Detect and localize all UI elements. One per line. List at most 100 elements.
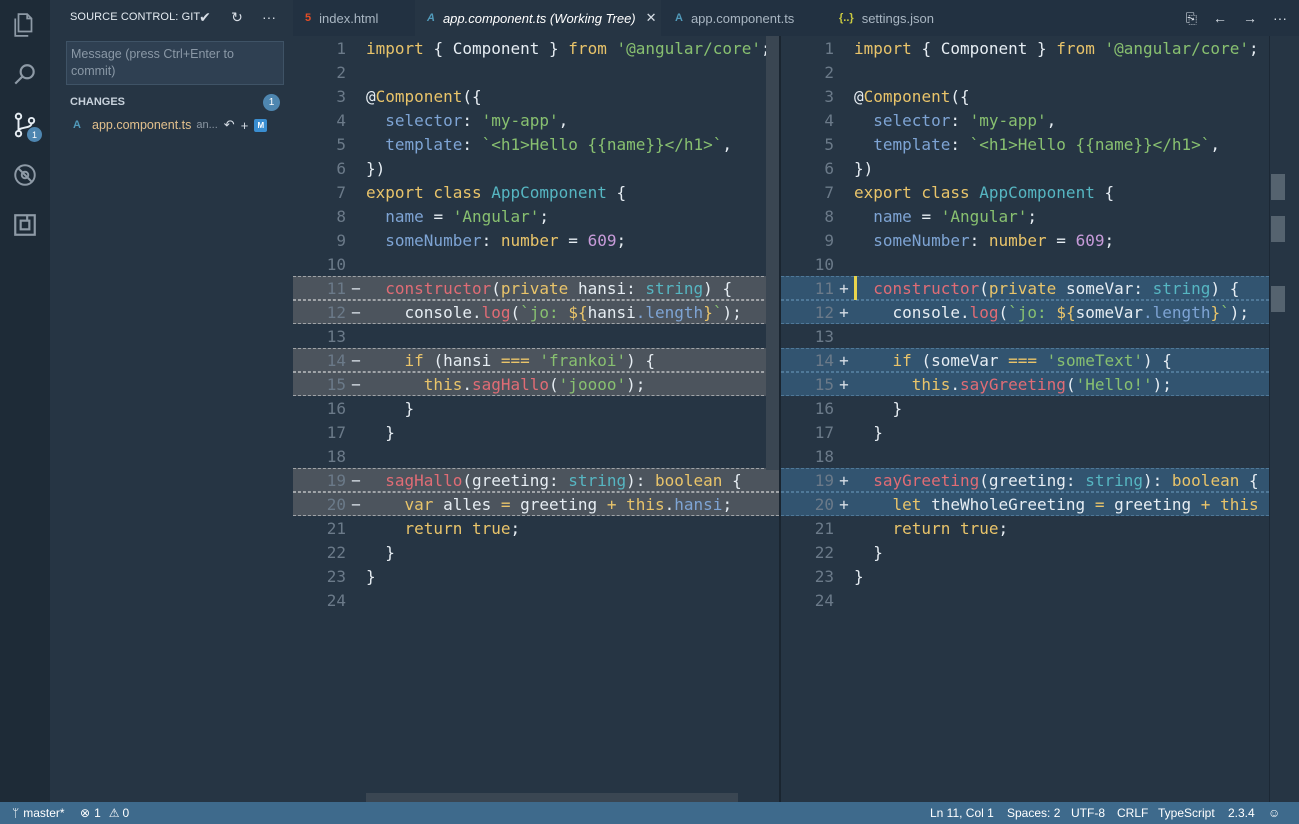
debug-icon[interactable]: [0, 150, 50, 200]
code-line[interactable]: 11− constructor(private hansi: string) {: [293, 276, 779, 300]
code-line[interactable]: 18: [293, 444, 779, 468]
code-line[interactable]: 23}: [781, 564, 1269, 588]
source-control-icon[interactable]: 1: [0, 100, 50, 150]
overview-change-marker: [1271, 216, 1285, 242]
commit-message-input[interactable]: Message (press Ctrl+Enter to commit): [66, 41, 284, 85]
code-line[interactable]: 12− console.log(`jo: ${hansi.length}`);: [293, 300, 779, 324]
code-line[interactable]: 2: [293, 60, 779, 84]
code-token: import: [366, 38, 434, 58]
code-token: ) {: [1210, 278, 1240, 298]
code-line[interactable]: 21 return true;: [293, 516, 779, 540]
code-line[interactable]: 3 @Component({: [293, 84, 779, 108]
code-line[interactable]: 6}): [293, 156, 779, 180]
code-line[interactable]: 10: [781, 252, 1269, 276]
code-token: return true: [366, 518, 511, 538]
changed-file-item[interactable]: A app.component.ts an... ↶ + M: [70, 115, 290, 135]
code-line[interactable]: 10: [293, 252, 779, 276]
code-line[interactable]: 2: [781, 60, 1269, 84]
code-line[interactable]: 20 + let theWholeGreeting = greeting + th…: [781, 492, 1269, 516]
code-line[interactable]: 1 import { Component } from '@angular/cor…: [293, 36, 779, 60]
search-icon[interactable]: [0, 50, 50, 100]
more-actions-icon[interactable]: ···: [1273, 10, 1287, 26]
delete-marker-icon: −: [351, 374, 361, 394]
code-line[interactable]: 5 template: `<h1>Hello {{name}}</h1>`,: [781, 132, 1269, 156]
git-branch[interactable]: ᛘ master*: [12, 802, 65, 824]
code-line[interactable]: 21 return true;: [781, 516, 1269, 540]
code-line[interactable]: 16 }: [293, 396, 779, 420]
typescript-version[interactable]: 2.3.4: [1228, 802, 1255, 824]
tab-index-html[interactable]: 5 index.html: [305, 0, 415, 36]
feedback-smiley-icon[interactable]: ☺: [1268, 802, 1280, 824]
code-line[interactable]: 24: [781, 588, 1269, 612]
line-number: 6: [336, 158, 346, 178]
overview-ruler: [1269, 36, 1299, 802]
code-line[interactable]: 4 selector: 'my-app',: [781, 108, 1269, 132]
horizontal-scrollbar[interactable]: [366, 793, 738, 802]
tab-settings-json[interactable]: {..} settings.json: [827, 0, 967, 36]
code-token: ;: [616, 230, 627, 250]
cursor-position[interactable]: Ln 11, Col 1: [930, 802, 994, 824]
next-change-icon[interactable]: →: [1243, 10, 1257, 26]
code-line[interactable]: 13: [293, 324, 779, 348]
code-line[interactable]: 3 @Component({: [781, 84, 1269, 108]
code-line[interactable]: 17 }: [293, 420, 779, 444]
diff-editor-modified[interactable]: 1 import { Component } from '@angular/cor…: [781, 36, 1269, 802]
changed-file-name[interactable]: app.component.ts: [92, 118, 191, 132]
indentation[interactable]: Spaces: 2: [1007, 802, 1060, 824]
tab-app-component[interactable]: A app.component.ts: [663, 0, 825, 36]
code-line[interactable]: 15 + this.sayGreeting('Hello!');: [781, 372, 1269, 396]
code-line[interactable]: 13: [781, 324, 1269, 348]
code-line[interactable]: 1 import { Component } from '@angular/cor…: [781, 36, 1269, 60]
problems-indicator[interactable]: ⊗ 1 ⚠ 0: [80, 802, 129, 824]
code-line[interactable]: 7 export class AppComponent {: [293, 180, 779, 204]
open-file-icon[interactable]: ⎘: [1186, 10, 1197, 27]
delete-marker-icon: −: [351, 350, 361, 370]
code-line[interactable]: 15− this.sagHallo('joooo');: [293, 372, 779, 396]
code-token: =: [433, 206, 453, 226]
code-token: =: [1056, 230, 1076, 250]
previous-change-icon[interactable]: ←: [1213, 10, 1227, 26]
code-line[interactable]: 7 export class AppComponent {: [781, 180, 1269, 204]
code-line[interactable]: 14− if (hansi === 'frankoi') {: [293, 348, 779, 372]
diff-editor-original[interactable]: 1 import { Component } from '@angular/cor…: [293, 36, 779, 802]
discard-changes-icon[interactable]: ↶: [224, 117, 235, 133]
code-line[interactable]: 19− sagHallo(greeting: string): boolean …: [293, 468, 779, 492]
code-token: name: [366, 206, 434, 226]
code-line[interactable]: 16 }: [781, 396, 1269, 420]
code-line[interactable]: 20− var alles = greeting + this.hansi;: [293, 492, 779, 516]
line-ending[interactable]: CRLF: [1117, 802, 1148, 824]
explorer-icon[interactable]: [0, 0, 50, 50]
code-line[interactable]: 8 name = 'Angular';: [293, 204, 779, 228]
code-token: :: [969, 230, 989, 250]
code-line[interactable]: 22 }: [781, 540, 1269, 564]
code-line[interactable]: 4 selector: 'my-app',: [293, 108, 779, 132]
tab-app-component-working-tree[interactable]: A app.component.ts (Working Tree) ✕: [415, 0, 661, 36]
encoding[interactable]: UTF-8: [1071, 802, 1105, 824]
code-line[interactable]: 12 + console.log(`jo: ${someVar.length}`)…: [781, 300, 1269, 324]
code-line[interactable]: 17 }: [781, 420, 1269, 444]
refresh-icon[interactable]: ↻: [228, 8, 246, 26]
code-line[interactable]: 14 + if (someVar === 'someText') {: [781, 348, 1269, 372]
extensions-icon[interactable]: [0, 200, 50, 250]
code-line[interactable]: 22 }: [293, 540, 779, 564]
code-line[interactable]: 8 name = 'Angular';: [781, 204, 1269, 228]
code-line[interactable]: 19 + sayGreeting(greeting: string): boole…: [781, 468, 1269, 492]
code-line[interactable]: 18: [781, 444, 1269, 468]
code-line[interactable]: 9 someNumber: number = 609;: [781, 228, 1269, 252]
code-token: .: [950, 374, 960, 394]
more-actions-icon[interactable]: ···: [260, 8, 278, 26]
code-token: if: [854, 350, 922, 370]
language-mode[interactable]: TypeScript: [1158, 802, 1215, 824]
code-token: 'Angular': [940, 206, 1028, 226]
code-line[interactable]: 23}: [293, 564, 779, 588]
tab-label: app.component.ts (Working Tree): [442, 10, 636, 26]
code-line[interactable]: 6}): [781, 156, 1269, 180]
stage-changes-icon[interactable]: +: [241, 118, 249, 133]
code-line[interactable]: 9 someNumber: number = 609;: [293, 228, 779, 252]
close-icon[interactable]: ✕: [646, 10, 657, 26]
code-line[interactable]: 24: [293, 588, 779, 612]
code-line[interactable]: 5 template: `<h1>Hello {{name}}</h1>`,: [293, 132, 779, 156]
changes-header[interactable]: CHANGES: [70, 96, 125, 108]
vertical-scrollbar[interactable]: [766, 36, 779, 470]
commit-check-icon[interactable]: ✔: [196, 8, 214, 26]
